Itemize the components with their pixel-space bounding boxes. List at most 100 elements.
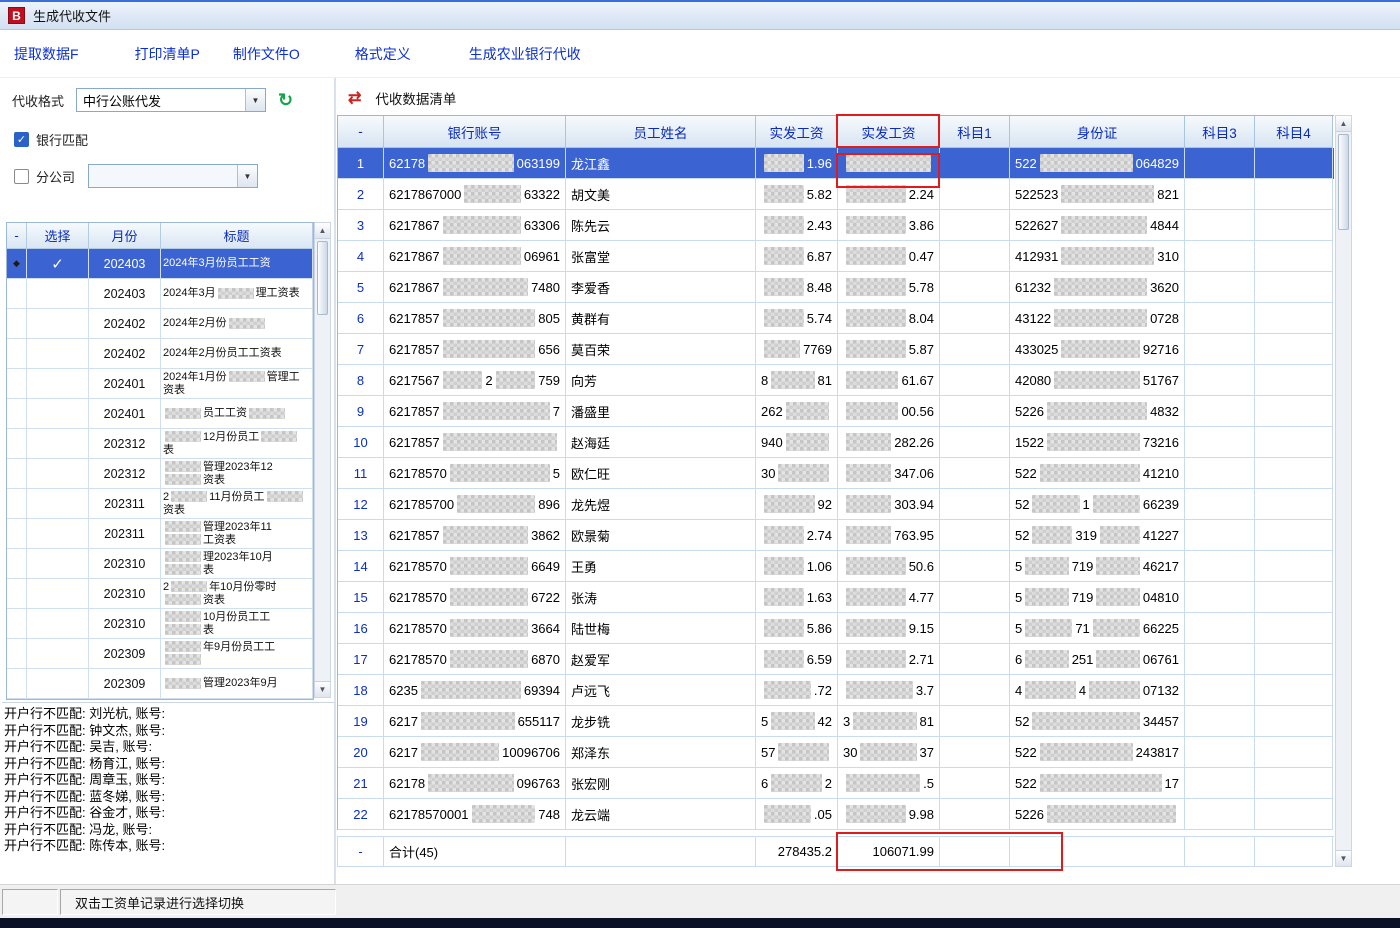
col-header-month[interactable]: 月份 [89,223,161,249]
table-row[interactable]: 18623569394卢远飞.723.74407132 [338,675,1334,706]
col-header-subject4[interactable]: 科目4 [1255,116,1333,148]
row-check-icon[interactable] [27,579,89,609]
table-row[interactable]: 862175672759向芳88161.674208051767 [338,365,1334,396]
col-header-subject1[interactable]: 科目1 [940,116,1010,148]
table-row[interactable]: 562178677480李爱香8.485.78612323620 [338,272,1334,303]
payroll-list-item[interactable]: 2024012024年1月份管理工资表 [7,369,313,399]
table-row[interactable]: 2621786700063322胡文美5.822.24522523821 [338,179,1334,210]
cell-subject1 [940,303,1010,334]
col-header-id-card[interactable]: 身份证 [1010,116,1185,148]
payroll-list-item[interactable]: ◆✓2024032024年3月份员工工资 [7,249,313,279]
col-header-salary-1[interactable]: 实发工资 [756,116,838,148]
row-check-icon[interactable] [27,369,89,399]
col-header-marker[interactable]: - [7,223,27,249]
payroll-list-item[interactable]: 20231010月份员工工表 [7,609,313,639]
cell-subject4 [1255,427,1333,458]
col-header-marker[interactable]: - [338,116,384,148]
col-header-employee-name[interactable]: 员工姓名 [566,116,756,148]
row-check-icon[interactable] [27,399,89,429]
row-number: 18 [338,675,384,706]
col-header-bank-account[interactable]: 银行账号 [384,116,566,148]
scroll-up-icon[interactable]: ▲ [1336,116,1351,132]
payroll-list-item[interactable]: 202310理2023年10月表 [7,549,313,579]
row-check-icon[interactable] [27,339,89,369]
cell-id-card: 5231941227 [1010,520,1185,551]
row-check-icon[interactable] [27,429,89,459]
table-row[interactable]: 66217857805黄群有5.748.04431220728 [338,303,1334,334]
row-check-icon[interactable] [27,609,89,639]
scroll-down-icon[interactable]: ▼ [315,681,330,697]
row-check-icon[interactable] [27,459,89,489]
row-check-icon[interactable] [27,309,89,339]
row-check-icon[interactable] [27,489,89,519]
scrollbar-thumb[interactable] [317,241,328,315]
cell-id-card: 412931310 [1010,241,1185,272]
table-row[interactable]: 76217857656莫百荣77695.8743302592716 [338,334,1334,365]
row-number: 16 [338,613,384,644]
table-row[interactable]: 15621785706722张涛1.634.77571904810 [338,582,1334,613]
menu-item-3[interactable]: 格式定义 [355,44,411,64]
table-row[interactable]: 20621710096706郑泽东573037522243817 [338,737,1334,768]
payroll-list-item[interactable]: 202401员工工资 [7,399,313,429]
row-check-icon[interactable] [27,279,89,309]
table-row[interactable]: 962178577潘盛里26200.5652264832 [338,396,1334,427]
table-row[interactable]: 17621785706870赵爱军6.592.71625106761 [338,644,1334,675]
cell-subject3 [1185,520,1255,551]
bank-match-checkbox[interactable]: ✓ [14,132,29,147]
branch-combobox[interactable]: ▼ [88,164,258,188]
table-row[interactable]: 14621785706649王勇1.0650.6571946217 [338,551,1334,582]
table-row[interactable]: 2262178570001748龙云端.059.985226 [338,799,1334,830]
summary-name-cell [566,837,756,867]
cell-bank-account: 621786706961 [384,241,566,272]
row-check-icon[interactable]: ✓ [27,249,89,279]
table-row[interactable]: 3621786763306陈先云2.433.865226274844 [338,210,1334,241]
table-row[interactable]: 162178063199龙江鑫1.96522064829 [338,148,1334,179]
menu-item-0[interactable]: 提取数据F [14,44,79,64]
left-vertical-scrollbar[interactable]: ▲ ▼ [314,222,331,698]
cell-salary-1: 881 [756,365,838,396]
table-row[interactable]: 1362178573862欧景菊2.74763.955231941227 [338,520,1334,551]
scroll-down-icon[interactable]: ▼ [1336,850,1351,866]
row-check-icon[interactable] [27,639,89,669]
col-header-title[interactable]: 标题 [161,223,313,249]
payroll-list-item[interactable]: 2024032024年3月理工资表 [7,279,313,309]
col-header-salary-2[interactable]: 实发工资 [838,116,940,148]
chevron-down-icon[interactable]: ▼ [237,165,257,187]
format-combobox[interactable]: 中行公账代发 ▼ [76,88,266,112]
branch-checkbox[interactable] [14,169,29,184]
menu-item-1[interactable]: 打印清单P [135,44,200,64]
scrollbar-thumb[interactable] [1338,134,1349,230]
refresh-icon[interactable]: ↻ [278,91,293,109]
table-row[interactable]: 16621785703664陆世梅5.869.1557166225 [338,613,1334,644]
payroll-list-item[interactable]: 2024022024年2月份员工工资表 [7,339,313,369]
cell-subject3 [1185,334,1255,365]
payroll-list-item[interactable]: 202311211月份员工资表 [7,489,313,519]
chevron-down-icon[interactable]: ▼ [245,89,265,111]
row-check-icon[interactable] [27,549,89,579]
payroll-list-item[interactable]: 2023102年10月份零时资表 [7,579,313,609]
table-row[interactable]: 4621786706961张富堂6.870.47412931310 [338,241,1334,272]
payroll-list-item[interactable]: 2024022024年2月份 [7,309,313,339]
row-check-icon[interactable] [27,519,89,549]
table-row[interactable]: 196217655117龙步铣5423815234457 [338,706,1334,737]
payroll-list-item[interactable]: 202312管理2023年12资表 [7,459,313,489]
table-row[interactable]: 11621785705欧仁旺30347.0652241210 [338,458,1334,489]
menu-item-2[interactable]: 制作文件O [233,44,300,64]
payroll-list-item[interactable]: 202311管理2023年11工资表 [7,519,313,549]
payroll-list-item[interactable]: 202309管理2023年9月 [7,669,313,699]
payroll-list-item[interactable]: 20231212月份员工表 [7,429,313,459]
cell-subject1 [940,396,1010,427]
col-header-subject3[interactable]: 科目3 [1185,116,1255,148]
table-row[interactable]: 106217857赵海廷940282.26152273216 [338,427,1334,458]
scroll-up-icon[interactable]: ▲ [315,223,330,239]
row-check-icon[interactable] [27,669,89,699]
table-row[interactable]: 2162178096763张宏刚62.552217 [338,768,1334,799]
payroll-list-item[interactable]: 202309年9月份员工工 [7,639,313,669]
cell-salary-2: 763.95 [838,520,940,551]
col-header-select[interactable]: 选择 [27,223,89,249]
table-row[interactable]: 12621785700896龙先煜92303.9452166239 [338,489,1334,520]
redacted-text [1054,371,1140,389]
cell-employee-name: 莫百荣 [566,334,756,365]
main-vertical-scrollbar[interactable]: ▲ ▼ [1335,115,1352,867]
menu-item-4[interactable]: 生成农业银行代收 [469,44,581,64]
